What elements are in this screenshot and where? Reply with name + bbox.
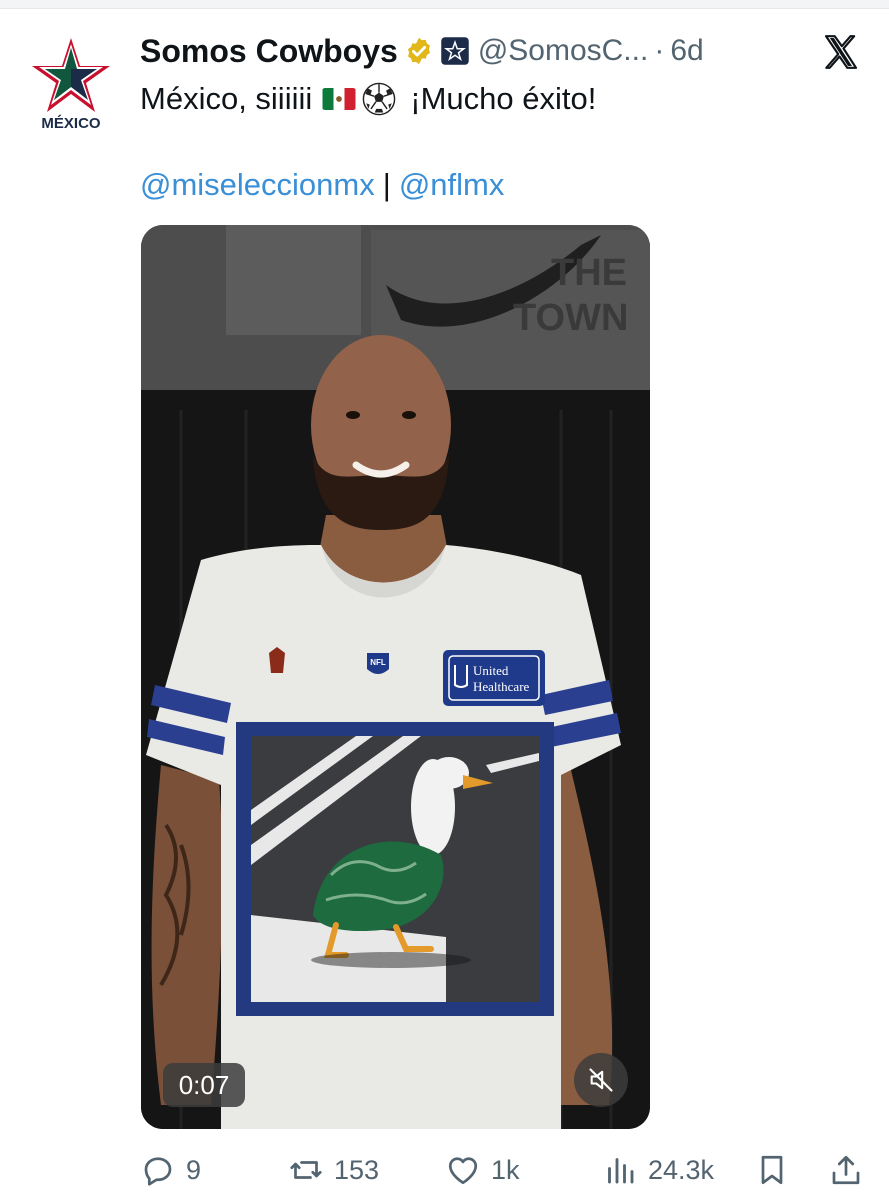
mute-button[interactable]	[574, 1053, 628, 1107]
video-player[interactable]: THE TOWN United Healthcare NFL 0:07	[141, 225, 650, 1129]
share-icon	[832, 1155, 860, 1185]
tweet-text-part2: ¡Mucho éxito!	[410, 81, 597, 116]
avatar[interactable]: MÉXICO	[30, 36, 112, 132]
bookmark-icon	[761, 1155, 783, 1185]
handle[interactable]: @SomosC...	[478, 34, 649, 68]
views-count: 24.3k	[648, 1154, 715, 1185]
jersey-sponsor-line1: United	[473, 663, 509, 678]
heart-icon	[448, 1157, 478, 1185]
mention-link[interactable]: @nflmx	[399, 167, 505, 202]
tweet-text-part1: México, siiiiii	[140, 81, 313, 116]
timestamp[interactable]: 6d	[670, 34, 703, 68]
verified-badge-icon	[407, 37, 430, 65]
views-button[interactable]: 24.3k	[602, 1148, 714, 1192]
bookmark-button[interactable]	[754, 1148, 790, 1192]
jersey-badge: NFL	[370, 658, 386, 667]
x-logo-icon[interactable]	[821, 32, 861, 72]
retweet-button[interactable]: 153	[288, 1148, 379, 1192]
tweet-header: Somos Cowboys @SomosC... · 6d	[140, 30, 704, 72]
reply-icon	[144, 1157, 172, 1186]
mentions-line: @miseleccionmx | @nflmx	[140, 164, 504, 206]
soccer-ball-emoji	[362, 82, 396, 116]
tweet-text: México, siiiiii ¡Mucho éxito!	[140, 78, 596, 120]
share-button[interactable]	[828, 1148, 864, 1192]
mexico-flag-emoji	[322, 88, 356, 110]
video-frame: THE TOWN United Healthcare NFL	[141, 225, 650, 1129]
muted-speaker-icon	[589, 1068, 613, 1092]
reply-button[interactable]: 9	[140, 1148, 201, 1192]
like-button[interactable]: 1k	[445, 1148, 520, 1192]
views-chart-icon	[608, 1158, 634, 1184]
video-time-badge: 0:07	[163, 1063, 245, 1107]
retweet-icon	[290, 1161, 322, 1179]
affiliate-star-icon[interactable]	[440, 36, 470, 66]
jersey-sponsor-line2: Healthcare	[473, 679, 530, 694]
reply-count: 9	[186, 1154, 202, 1185]
avatar-label: MÉXICO	[41, 115, 101, 132]
wall-text-town: TOWN	[513, 297, 628, 339]
cowboys-mexico-logo: MÉXICO	[32, 38, 110, 132]
top-divider	[0, 0, 889, 9]
mention-link[interactable]: @miseleccionmx	[140, 167, 375, 202]
separator-dot: ·	[654, 34, 665, 67]
mention-separator: |	[382, 167, 391, 202]
retweet-count: 153	[334, 1154, 380, 1185]
wall-text-the: THE	[551, 252, 627, 294]
action-bar: 9 153 1k 24.3k	[140, 1148, 870, 1192]
like-count: 1k	[491, 1154, 520, 1185]
display-name[interactable]: Somos Cowboys	[140, 33, 398, 70]
